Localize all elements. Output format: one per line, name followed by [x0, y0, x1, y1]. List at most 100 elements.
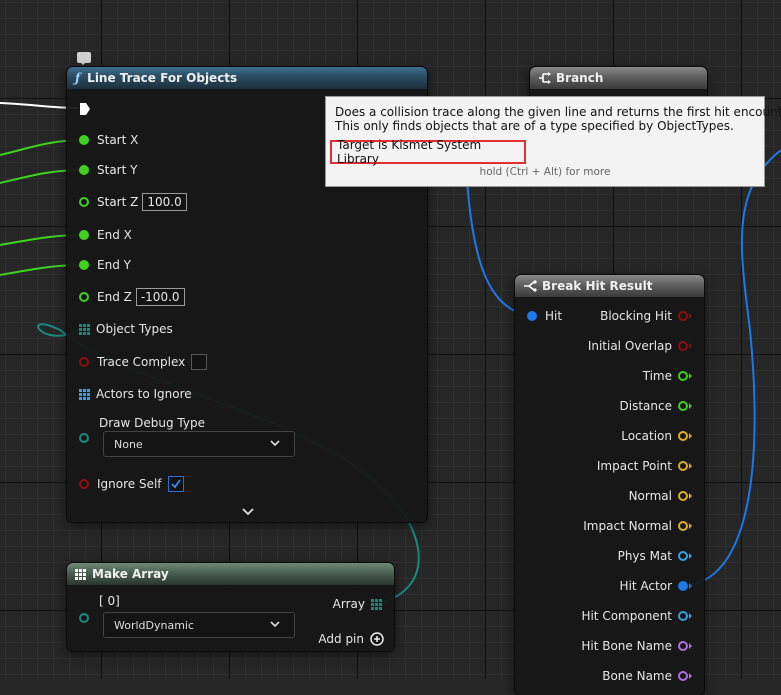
- output-pin-icon: [678, 581, 688, 591]
- output-pin-icon: [678, 671, 688, 681]
- pin-label: Object Types: [96, 322, 173, 336]
- float-pin-icon: [79, 230, 89, 240]
- line-trace-header[interactable]: ƒ Line Trace For Objects: [67, 67, 427, 89]
- pin-label: Blocking Hit: [600, 309, 672, 323]
- object-types-pin[interactable]: Object Types: [79, 319, 173, 339]
- element-0-dropdown[interactable]: WorldDynamic: [103, 612, 295, 638]
- comment-bubble-tail: [80, 62, 86, 65]
- pin-label: End X: [97, 228, 132, 242]
- array-output-pin[interactable]: Array: [333, 594, 382, 614]
- trace-complex-pin[interactable]: Trace Complex: [79, 352, 208, 372]
- float-pin-icon: [79, 260, 89, 270]
- node-tooltip: Does a collision trace along the given l…: [325, 96, 781, 187]
- element-0-pin[interactable]: [79, 608, 97, 628]
- pin-arrow-icon: [689, 403, 692, 409]
- start-z-input[interactable]: 100.0: [142, 193, 187, 211]
- draw-debug-type-pin[interactable]: [79, 428, 97, 448]
- break-hit-result-node[interactable]: Break Hit Result Hit Blocking Hit Initial…: [515, 275, 704, 695]
- add-pin-label: Add pin: [318, 632, 364, 646]
- exec-in-pin[interactable]: [79, 99, 91, 119]
- tooltip-description-line1: Does a collision trace along the given l…: [335, 105, 781, 119]
- pin-label: Ignore Self: [97, 477, 162, 491]
- draw-debug-type-dropdown[interactable]: None: [103, 431, 295, 457]
- output-pin[interactable]: Impact Normal: [583, 516, 692, 536]
- output-pin[interactable]: Phys Mat: [618, 546, 692, 566]
- make-array-node[interactable]: Make Array [ 0] WorldDynamic Array Add p…: [67, 563, 394, 651]
- output-pin[interactable]: Hit Component: [581, 606, 692, 626]
- pin-label: Actors to Ignore: [96, 387, 192, 401]
- start-z-pin[interactable]: Start Z 100.0: [79, 192, 187, 212]
- pin-arrow-icon: [689, 523, 692, 529]
- make-array-header[interactable]: Make Array: [67, 563, 394, 585]
- output-pin[interactable]: Time: [643, 366, 692, 386]
- output-pin-icon: [678, 551, 688, 561]
- dropdown-value: WorldDynamic: [114, 618, 195, 632]
- end-z-pin[interactable]: End Z -100.0: [79, 287, 185, 307]
- tooltip-hint: hold (Ctrl + Alt) for more: [479, 166, 611, 178]
- tooltip-description-line2: This only finds objects that are of a ty…: [335, 119, 734, 133]
- start-x-pin[interactable]: Start X: [79, 130, 138, 150]
- output-pin-icon: [678, 431, 688, 441]
- checkmark-icon: [170, 479, 181, 489]
- pin-arrow-icon: [689, 583, 692, 589]
- add-pin-button[interactable]: Add pin: [318, 629, 384, 649]
- output-pin[interactable]: Bone Name: [602, 666, 692, 686]
- struct-pin-icon: [527, 311, 537, 321]
- output-pin[interactable]: Hit Actor: [620, 576, 692, 596]
- break-struct-icon: [524, 280, 537, 292]
- output-pin-icon: [678, 371, 688, 381]
- dropdown-value: None: [114, 437, 143, 451]
- pin-label: Location: [621, 429, 672, 443]
- node-title: Break Hit Result: [542, 279, 653, 293]
- pin-arrow-icon: [689, 553, 692, 559]
- expand-chevron-icon[interactable]: [242, 507, 254, 516]
- ignore-self-pin[interactable]: Ignore Self: [79, 474, 184, 494]
- bool-pin-icon: [79, 357, 89, 367]
- pin-label: Impact Point: [596, 459, 672, 473]
- pin-arrow-icon: [689, 373, 692, 379]
- output-pin-icon: [678, 491, 688, 501]
- element-index-label: [ 0]: [99, 593, 120, 609]
- ignore-self-checkbox[interactable]: [167, 476, 184, 492]
- make-array-icon: [75, 568, 86, 580]
- output-pin[interactable]: Initial Overlap: [588, 336, 692, 356]
- hit-input-pin[interactable]: Hit: [527, 306, 562, 326]
- branch-header[interactable]: Branch: [530, 67, 707, 89]
- pin-label: Distance: [619, 399, 672, 413]
- node-title: Make Array: [92, 567, 169, 581]
- bool-pin-icon: [79, 479, 89, 489]
- pin-label: Hit Actor: [619, 579, 672, 593]
- output-pin[interactable]: Distance: [620, 396, 692, 416]
- output-pin-icon: [678, 311, 688, 321]
- array-pin-icon: [79, 388, 90, 400]
- output-pin[interactable]: Location: [621, 426, 692, 446]
- chevron-down-icon: [270, 440, 280, 447]
- output-pin[interactable]: Blocking Hit: [600, 306, 692, 326]
- start-y-pin[interactable]: Start Y: [79, 160, 137, 180]
- exec-pin-icon: [80, 103, 90, 115]
- end-x-pin[interactable]: End X: [79, 225, 132, 245]
- pin-arrow-icon: [689, 613, 692, 619]
- pin-label: Hit: [545, 309, 563, 323]
- end-z-input[interactable]: -100.0: [135, 288, 185, 306]
- float-pin-icon: [79, 165, 89, 175]
- output-pin[interactable]: Impact Point: [597, 456, 692, 476]
- pin-arrow-icon: [689, 463, 692, 469]
- float-pin-icon: [79, 135, 89, 145]
- function-icon: ƒ: [75, 71, 81, 85]
- trace-complex-checkbox[interactable]: [191, 354, 208, 370]
- pin-label: Start Z: [97, 195, 139, 209]
- output-pin[interactable]: Hit Bone Name: [581, 636, 692, 656]
- end-y-pin[interactable]: End Y: [79, 255, 131, 275]
- output-pin-icon: [678, 401, 688, 411]
- output-pin-icon: [678, 461, 688, 471]
- node-title: Branch: [556, 71, 604, 85]
- tooltip-target-text: Target is Kismet System Library: [337, 138, 482, 166]
- break-hit-header[interactable]: Break Hit Result: [515, 275, 704, 297]
- tooltip-target-highlight: Target is Kismet System Library: [330, 138, 526, 166]
- output-pin[interactable]: Normal: [629, 486, 692, 506]
- chevron-down-icon: [270, 621, 280, 628]
- actors-to-ignore-pin[interactable]: Actors to Ignore: [79, 384, 192, 404]
- comment-bubble-icon[interactable]: [77, 52, 91, 65]
- pin-label: End Y: [97, 258, 131, 272]
